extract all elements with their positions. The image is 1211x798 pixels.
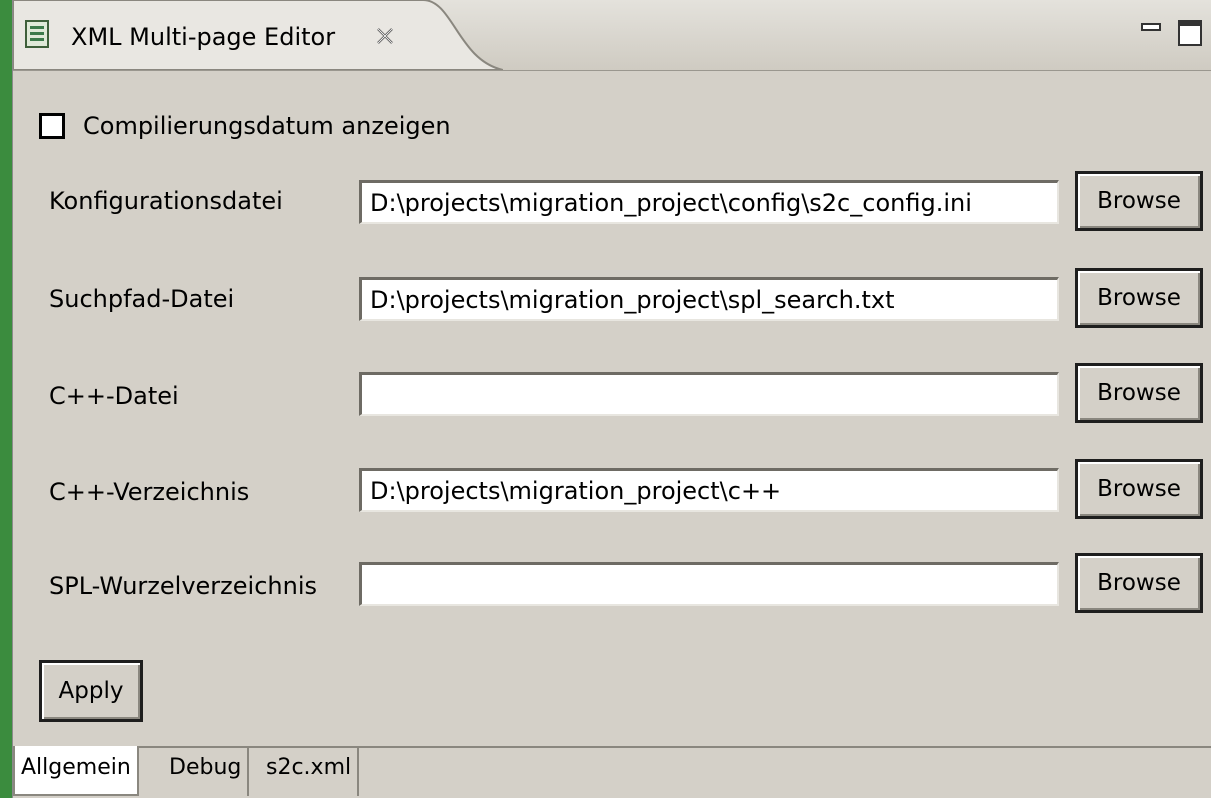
compile-date-checkbox-row[interactable]: Compilierungsdatum anzeigen [39,106,451,146]
search-path-file-browse-button[interactable]: Browse [1075,268,1203,328]
compile-date-checkbox-label: Compilierungsdatum anzeigen [83,112,451,140]
config-file-browse-button[interactable]: Browse [1075,171,1203,231]
maximize-icon[interactable] [1178,20,1202,46]
minimize-icon[interactable] [1141,20,1161,34]
cpp-directory-browse-button[interactable]: Browse [1075,459,1203,519]
close-icon[interactable] [375,26,395,46]
compile-date-checkbox[interactable] [39,113,65,139]
config-file-input[interactable] [359,180,1059,224]
spl-root-directory-label: SPL-Wurzelverzeichnis [49,572,317,600]
editor-header: XML Multi-page Editor [13,0,1211,71]
editor-window: XML Multi-page Editor Compilierungsdatum… [12,0,1211,798]
editor-tab[interactable]: XML Multi-page Editor [13,0,503,70]
search-path-file-input[interactable] [359,277,1059,321]
cpp-file-input[interactable] [359,372,1059,416]
tab-allgemein[interactable]: Allgemein [13,746,139,796]
cpp-directory-label: C++-Verzeichnis [49,478,250,506]
page-tab-bar: Allgemein Debug s2c.xml [13,746,1211,798]
editor-tab-title: XML Multi-page Editor [71,23,336,51]
spl-root-directory-input[interactable] [359,562,1059,606]
cpp-file-browse-button[interactable]: Browse [1075,363,1203,423]
spl-root-directory-browse-button[interactable]: Browse [1075,553,1203,613]
cpp-file-label: C++-Datei [49,382,179,410]
search-path-file-label: Suchpfad-Datei [49,285,235,313]
tab-s2c-xml[interactable]: s2c.xml [260,746,360,796]
apply-button[interactable]: Apply [39,660,143,722]
config-file-label: Konfigurationsdatei [49,187,283,215]
cpp-directory-input[interactable] [359,468,1059,512]
tab-debug[interactable]: Debug [163,746,250,796]
xml-file-icon [25,20,49,48]
